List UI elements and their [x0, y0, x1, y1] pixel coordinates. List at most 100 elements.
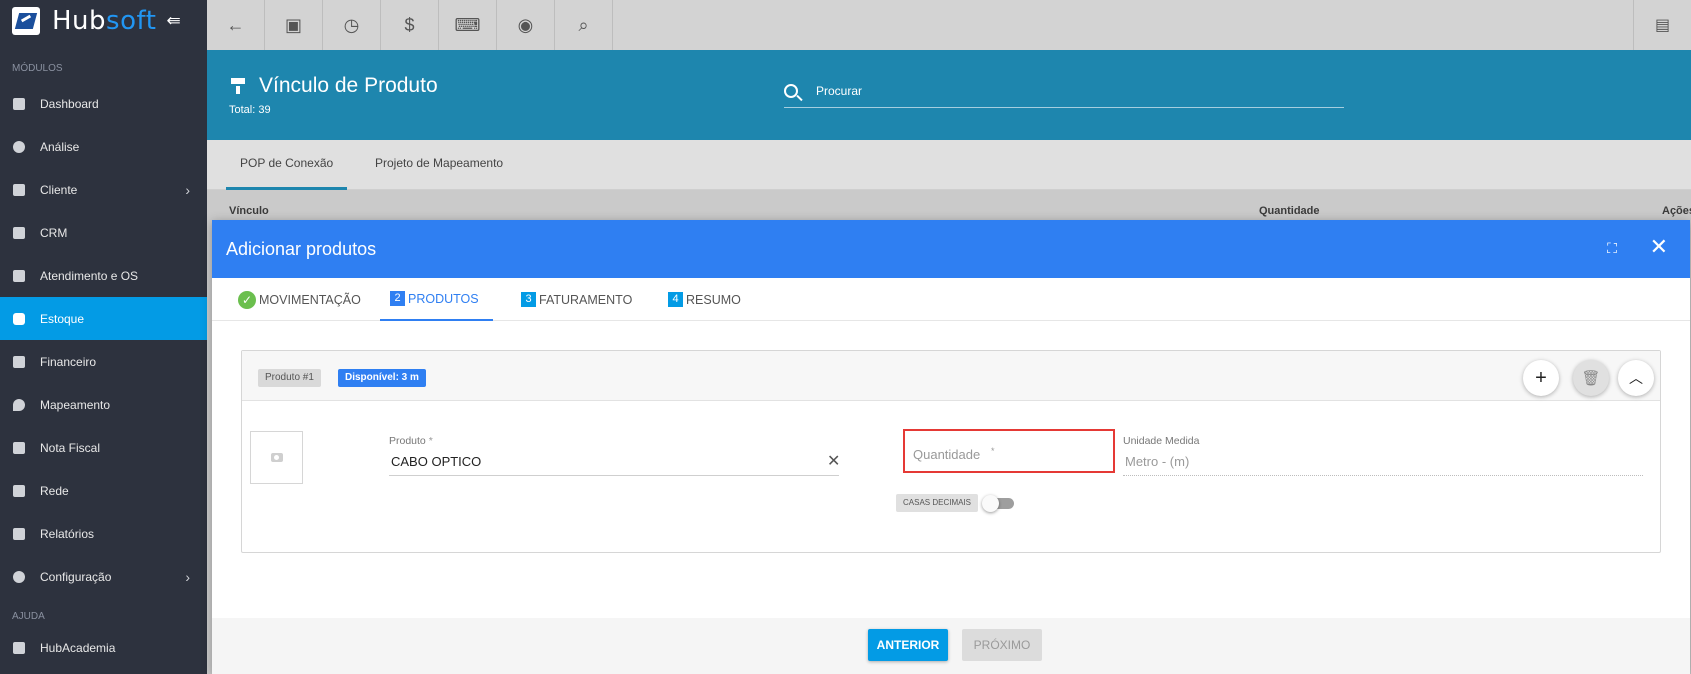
calendar-clock-icon [13, 269, 25, 282]
product-number-badge: Produto #1 [258, 369, 321, 387]
hubsoft-logo-icon [12, 7, 40, 35]
sidebar-item-rede[interactable]: Rede [0, 469, 207, 512]
view-button[interactable]: ◉ [497, 0, 555, 50]
server-icon [13, 484, 25, 497]
sidebar-item-label: Rede [40, 483, 69, 498]
dialog-header: Adicionar produtos ⛶ ✕ [212, 220, 1690, 278]
step-movimentacao[interactable]: ✓ MOVIMENTAÇÃO [238, 278, 361, 321]
sidebar-item-label: CRM [40, 225, 68, 240]
dialog-title: Adicionar produtos [226, 239, 377, 259]
sidebar-item-label: Análise [40, 139, 80, 154]
next-button[interactable]: PRÓXIMO [962, 629, 1042, 661]
step-label: MOVIMENTAÇÃO [259, 292, 361, 307]
casas-decimais-toggle[interactable] [982, 495, 1014, 512]
search-box [784, 80, 1344, 108]
sidebar-item-nota-fiscal[interactable]: Nota Fiscal [0, 426, 207, 469]
product-photo[interactable] [250, 431, 303, 484]
sidebar-item-hubacademia[interactable]: HubAcademia [0, 630, 207, 666]
pdf-icon: ▤ [1654, 17, 1671, 34]
chevron-up-icon: ︿ [1629, 370, 1643, 386]
sidebar-item-label: Cliente [40, 182, 78, 197]
search-icon: ⌕ [578, 14, 589, 35]
plus-icon: + [1535, 366, 1547, 389]
fullscreen-icon[interactable]: ⛶ [1604, 240, 1620, 256]
step-produtos[interactable]: 2 PRODUTOS [380, 278, 493, 321]
collapse-card-button[interactable]: ︿ [1618, 360, 1654, 396]
page-tabs: POP de Conexão Projeto de Mapeamento [207, 140, 1691, 190]
step-number: 4 [668, 292, 683, 307]
app-logo-text: Hubsoft [52, 6, 156, 36]
sidebar-item-mapeamento[interactable]: Mapeamento [0, 383, 207, 426]
pie-chart-icon [13, 140, 25, 153]
add-product-button[interactable]: + [1523, 360, 1559, 396]
document-icon [13, 441, 25, 454]
step-resumo[interactable]: 4 RESUMO [668, 278, 741, 321]
eye-icon: ◉ [517, 14, 534, 35]
pdf-button[interactable]: ▤ [1633, 0, 1691, 50]
sidebar-item-relatorios[interactable]: Relatórios [0, 512, 207, 555]
clear-icon[interactable]: ✕ [827, 451, 840, 471]
sidebar-item-estoque[interactable]: Estoque [0, 297, 207, 340]
chevron-right-icon: › [185, 181, 190, 198]
sidebar-item-atendimento[interactable]: Atendimento e OS [0, 254, 207, 297]
section-label-modules: MÓDULOS [12, 63, 63, 74]
step-label: RESUMO [686, 292, 741, 307]
sidebar: Hubsoft ⇚ MÓDULOS Dashboard Análise Clie… [0, 0, 207, 674]
contact-card-icon: ▣ [284, 14, 302, 35]
contact-card-icon [13, 183, 25, 196]
terminal-icon: ⌨ [454, 14, 481, 35]
required-mark: * [991, 446, 995, 456]
unidade-medida-underline [1123, 475, 1643, 476]
gear-icon [13, 570, 25, 583]
sidebar-item-dashboard[interactable]: Dashboard [0, 82, 207, 125]
step-number: 2 [390, 291, 405, 306]
step-faturamento[interactable]: 3 FATURAMENTO [521, 278, 632, 321]
logo-bar: Hubsoft ⇚ [0, 0, 207, 42]
quantidade-input[interactable] [913, 447, 1103, 462]
signpost-icon [231, 78, 245, 94]
dollar-icon: $ [404, 14, 415, 35]
back-button[interactable]: ← [207, 0, 265, 50]
product-card-header: Produto #1 Disponível: 3 m + 🗑 ︿ [242, 351, 1660, 401]
previous-button[interactable]: ANTERIOR [868, 629, 948, 661]
logo-soft: soft [106, 6, 157, 36]
sidebar-item-crm[interactable]: CRM [0, 211, 207, 254]
board-icon [13, 226, 25, 239]
finance-button[interactable]: $ [381, 0, 439, 50]
schedule-button[interactable]: ◷ [323, 0, 381, 50]
produto-field[interactable]: CABO OPTICO [391, 454, 481, 469]
sidebar-item-cliente[interactable]: Cliente › [0, 168, 207, 211]
collapse-sidebar-icon[interactable]: ⇚ [166, 11, 180, 31]
sidebar-item-configuracao[interactable]: Configuração › [0, 555, 207, 598]
contact-button[interactable]: ▣ [265, 0, 323, 50]
terminal-button[interactable]: ⌨ [439, 0, 497, 50]
section-label-help: AJUDA [12, 611, 45, 622]
search-input[interactable] [816, 84, 1336, 98]
unidade-medida-value: Metro - (m) [1125, 454, 1190, 469]
sidebar-item-label: Financeiro [40, 354, 97, 369]
sidebar-item-analise[interactable]: Análise [0, 125, 207, 168]
quantidade-highlight: * [903, 429, 1115, 473]
dashboard-icon [13, 97, 25, 110]
tab-pop-conexao[interactable]: POP de Conexão [226, 140, 348, 190]
box-icon [13, 312, 25, 325]
sidebar-item-label: Mapeamento [40, 397, 111, 412]
available-badge: Disponível: 3 m [338, 369, 426, 387]
trash-icon: 🗑 [1581, 370, 1601, 387]
logo-hub: Hub [52, 6, 107, 36]
sidebar-item-financeiro[interactable]: Financeiro [0, 340, 207, 383]
produto-underline [389, 475, 839, 476]
sidebar-item-label: Estoque [40, 311, 85, 326]
dialog-footer: ANTERIOR PRÓXIMO [212, 618, 1690, 674]
delete-product-button[interactable]: 🗑 [1573, 360, 1609, 396]
tab-projeto-mapeamento[interactable]: Projeto de Mapeamento [375, 140, 503, 190]
close-icon[interactable]: ✕ [1650, 236, 1668, 258]
produto-label-text: Produto [389, 435, 426, 447]
sidebar-item-label: Configuração [40, 569, 112, 584]
step-label: FATURAMENTO [539, 292, 633, 307]
search-button[interactable]: ⌕ [555, 0, 613, 50]
sidebar-item-label: HubAcademia [40, 641, 116, 655]
total-count: Total: 39 [229, 104, 271, 116]
camera-icon [270, 453, 283, 462]
step-number: 3 [521, 292, 536, 307]
